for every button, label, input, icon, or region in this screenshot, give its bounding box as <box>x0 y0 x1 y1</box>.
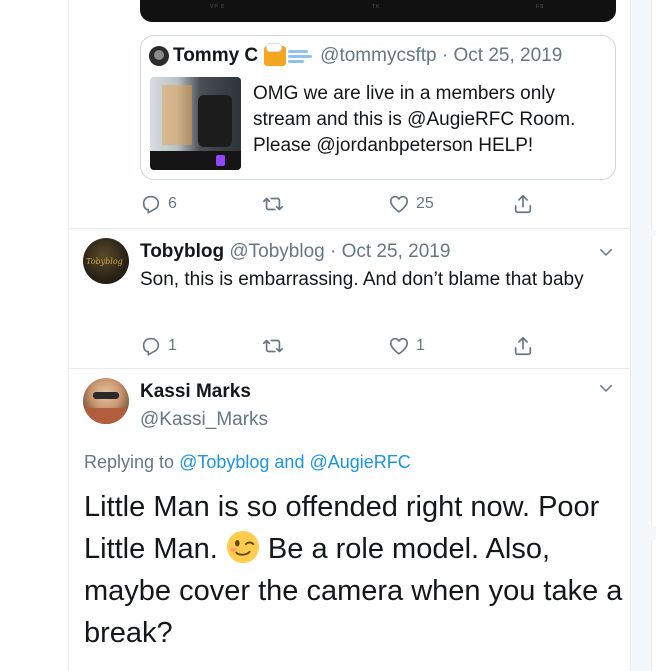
like-button[interactable]: 25 <box>388 192 434 216</box>
mention-link[interactable]: @AugieRFC <box>309 452 410 472</box>
retweet-button[interactable] <box>262 334 290 358</box>
twitch-icon <box>216 155 225 166</box>
replying-to: Replying to @Tobyblog and @AugieRFC <box>84 452 411 472</box>
tweet-media[interactable]: VP 8 TK FS <box>140 0 616 22</box>
author-handle[interactable]: @Tobyblog <box>229 241 324 262</box>
tweet-actions: 6 25 <box>140 192 616 216</box>
separator-dot: · <box>329 241 337 262</box>
avatar[interactable] <box>83 238 129 284</box>
share-icon <box>514 336 532 356</box>
wink-emoji-icon <box>226 530 259 564</box>
media-label: TK <box>372 4 381 10</box>
tweet-date[interactable]: Oct 25, 2019 <box>342 241 451 262</box>
like-count: 25 <box>416 195 434 212</box>
chevron-down-icon[interactable] <box>597 379 615 397</box>
tweet-divider <box>69 228 630 229</box>
mention-link[interactable]: @Tobyblog <box>179 452 269 472</box>
share-icon <box>514 194 532 214</box>
quoted-tweet-header: Tommy C @tommycsftp · Oct 25, 2019 <box>149 43 563 68</box>
left-gutter <box>0 0 68 671</box>
tweet-divider <box>69 368 630 369</box>
tweet-text: Son, this is embarrassing. And don’t bla… <box>140 269 584 290</box>
like-icon <box>389 337 409 355</box>
author-name[interactable]: Tobyblog <box>140 241 224 262</box>
retweet-icon <box>263 339 283 353</box>
quoted-author-handle: @tommycsftp · Oct 25, 2019 <box>320 45 563 66</box>
share-button[interactable] <box>512 192 534 216</box>
wind-emoji-icon <box>288 47 313 65</box>
share-button[interactable] <box>512 334 534 358</box>
quoted-avatar <box>149 46 169 66</box>
reply-icon <box>142 195 160 214</box>
quoted-tweet-card[interactable]: Tommy C @tommycsftp · Oct 25, 2019 OMG w… <box>140 35 616 180</box>
reply-count: 6 <box>168 195 177 212</box>
media-label: FS <box>536 4 545 10</box>
quoted-tweet-text: OMG we are live in a members only stream… <box>253 83 576 156</box>
author-handle[interactable]: @Kassi_Marks <box>140 409 268 431</box>
tweet-text: Little Man is so offended right now. Poo… <box>84 491 623 649</box>
reply-button[interactable]: 1 <box>140 334 177 358</box>
retweet-icon <box>263 197 283 211</box>
avatar[interactable] <box>83 378 129 424</box>
media-label: VP 8 <box>210 4 225 10</box>
like-button[interactable]: 1 <box>388 334 425 358</box>
sidebar-card-edge <box>651 540 656 671</box>
reply-count: 1 <box>168 337 177 354</box>
reply-button[interactable]: 6 <box>140 192 177 216</box>
reply-icon <box>142 337 160 356</box>
retweet-button[interactable] <box>262 192 290 216</box>
beer-emoji-icon <box>264 43 287 66</box>
quoted-author-name: Tommy C <box>173 45 259 66</box>
chevron-down-icon[interactable] <box>597 243 615 261</box>
quoted-media-thumbnail[interactable] <box>150 77 241 170</box>
like-count: 1 <box>416 337 425 354</box>
like-icon <box>389 195 409 213</box>
tweet-actions: 1 1 <box>140 334 616 358</box>
author-name[interactable]: Kassi Marks <box>140 381 251 403</box>
sidebar-card-edge <box>651 236 656 526</box>
column-border-left <box>68 0 69 671</box>
sidebar-card-edge <box>651 0 656 230</box>
tweet-header: Tobyblog @Tobyblog · Oct 25, 2019 <box>140 241 450 263</box>
